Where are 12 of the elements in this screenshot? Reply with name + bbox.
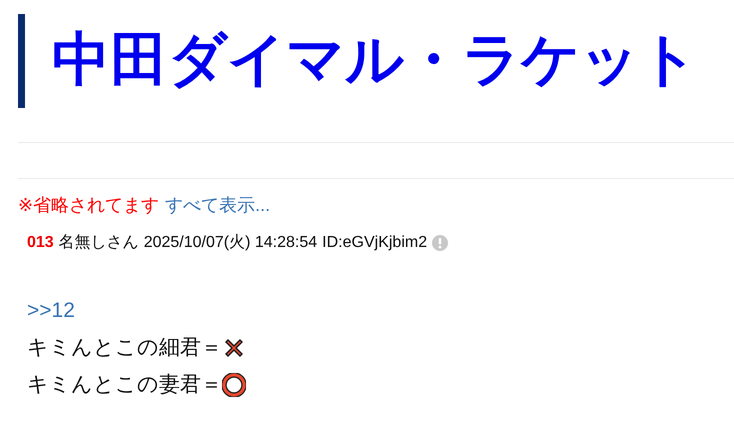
- show-all-link[interactable]: すべて表示...: [165, 193, 270, 217]
- poster-name: 名無しさん: [58, 233, 139, 253]
- poster-id: ID:eGVjKjbim2: [322, 233, 428, 253]
- post-number: 013: [27, 233, 54, 253]
- reply-anchor-link[interactable]: >>12: [27, 292, 75, 329]
- post-text: キミんとこの細君＝: [27, 335, 222, 361]
- omitted-notice: ※省略されてます: [18, 194, 160, 217]
- info-icon[interactable]: [432, 235, 448, 251]
- post-text: キミんとこの妻君＝: [27, 372, 222, 398]
- circle-icon: [222, 372, 246, 396]
- page-title: 中田ダイマル・ラケット: [52, 26, 699, 94]
- post-date: 2025/10/07(火) 14:28:54: [144, 232, 318, 253]
